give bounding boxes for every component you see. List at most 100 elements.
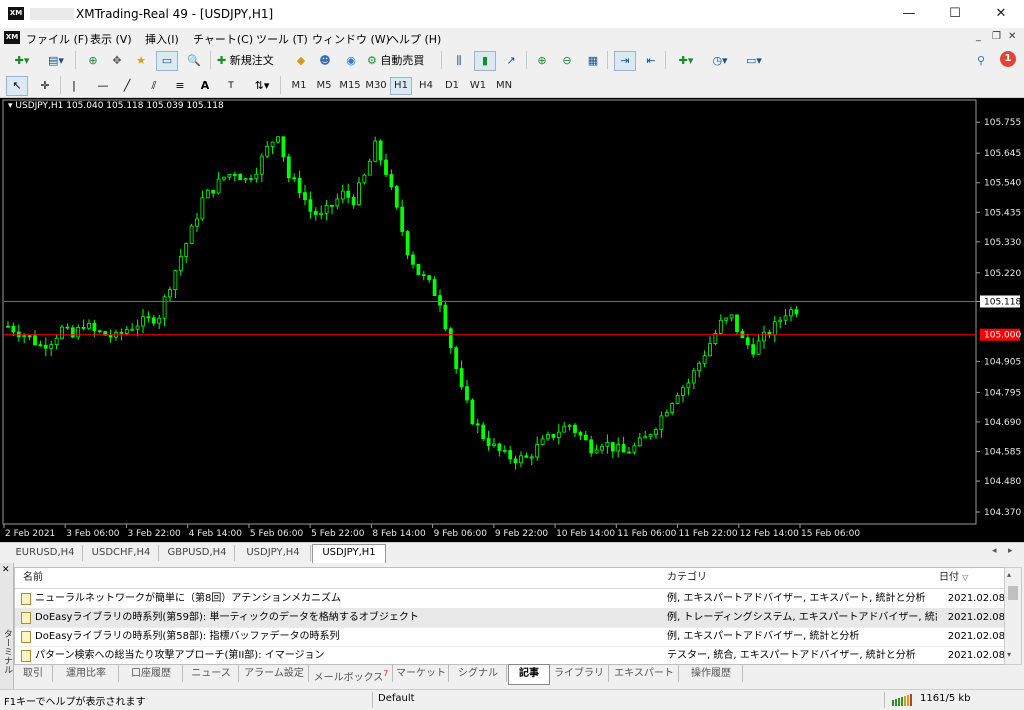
- scroll-up-icon[interactable]: ▴: [1007, 570, 1011, 579]
- article-row[interactable]: DoEasyライブラリの時系列(第59部): 単一ティックのデータを格納するオブ…: [15, 608, 1005, 628]
- chart-shift-icon[interactable]: ⇤: [640, 51, 662, 71]
- terminal-tab-2[interactable]: 口座履歴: [120, 665, 183, 682]
- timeframe-h1[interactable]: H1: [390, 77, 412, 95]
- notification-badge[interactable]: 1: [1000, 51, 1016, 67]
- mdi-close-button[interactable]: ✕: [1008, 31, 1016, 42]
- tab-scroll-left-icon[interactable]: ◂: [992, 546, 997, 556]
- terminal-tab-9[interactable]: ライブラリ: [550, 665, 609, 682]
- zoom-out-icon[interactable]: ⊖: [556, 51, 578, 71]
- zoom-in-icon[interactable]: ⊕: [531, 51, 553, 71]
- arrows-icon[interactable]: ⇅▾: [248, 76, 276, 96]
- autoscroll-icon[interactable]: ⇥: [614, 51, 636, 71]
- tab-usdjpy-h1[interactable]: USDJPY,H1: [312, 544, 386, 563]
- tab-scroll-right-icon[interactable]: ▸: [1008, 546, 1013, 556]
- tab-usdchf-h4[interactable]: USDCHF,H4: [84, 545, 159, 561]
- timeframe-mn[interactable]: MN: [492, 77, 516, 95]
- document-icon[interactable]: XM: [4, 31, 20, 44]
- timeframe-m5[interactable]: M5: [313, 77, 335, 95]
- terminal-tab-3[interactable]: ニュース: [184, 665, 239, 682]
- templates-icon[interactable]: ▭▾: [739, 51, 769, 71]
- terminal-tab-6[interactable]: マーケット: [394, 665, 449, 682]
- search-icon[interactable]: ⚲: [970, 51, 992, 71]
- timeframe-m30[interactable]: M30: [364, 77, 388, 95]
- auto-trading-button[interactable]: ⚙ 自動売買: [366, 51, 438, 71]
- market-watch-icon[interactable]: ⊕: [82, 51, 104, 71]
- candle-body: [92, 322, 97, 332]
- menu-window[interactable]: ウィンドウ (W): [312, 31, 390, 47]
- line-chart-icon[interactable]: ↗: [500, 51, 522, 71]
- tile-windows-icon[interactable]: ▦: [582, 51, 604, 71]
- article-row[interactable]: ニューラルネットワークが簡単に（第8回）アテンションメカニズム 例, エキスパート…: [15, 589, 1005, 609]
- periods-icon[interactable]: ◷▾: [705, 51, 735, 71]
- trader-icon[interactable]: ☻: [314, 51, 336, 71]
- candle-body: [65, 326, 70, 329]
- metaeditor-icon[interactable]: ◆: [290, 51, 312, 71]
- terminal-tab-8[interactable]: 記事: [508, 664, 550, 685]
- maximize-button[interactable]: ☐: [932, 0, 978, 28]
- terminal-close-icon[interactable]: ✕: [2, 565, 10, 575]
- terminal-tab-1[interactable]: 運用比率: [54, 665, 119, 682]
- scroll-thumb[interactable]: [1008, 586, 1018, 600]
- timeframe-m15[interactable]: M15: [338, 77, 362, 95]
- menu-insert[interactable]: 挿入(I): [145, 31, 179, 47]
- indicators-icon[interactable]: ✚▾: [671, 51, 701, 71]
- signals-icon[interactable]: ◉: [340, 51, 362, 71]
- terminal-tab-5[interactable]: メールボックス7: [310, 665, 393, 683]
- price-chart[interactable]: 105.000 105.755 105.645 105.540 105.435 105.…: [0, 98, 1024, 542]
- channel-icon[interactable]: ⫽: [144, 76, 164, 96]
- candlestick-chart-icon[interactable]: ▮: [474, 51, 496, 71]
- article-row[interactable]: パターン検索への総当たり攻撃アプローチ(第II部): イマージョン テスター, 統…: [15, 646, 1005, 666]
- timeframe-w1[interactable]: W1: [467, 77, 489, 95]
- candle-body: [254, 173, 259, 180]
- new-order-button[interactable]: ✚ 新規注文: [216, 51, 288, 71]
- menu-tools[interactable]: ツール (T): [256, 31, 308, 47]
- candle-body: [27, 335, 32, 338]
- menu-chart[interactable]: チャート(C): [193, 31, 253, 47]
- terminal-tab-7[interactable]: シグナル: [450, 665, 507, 682]
- timeframe-d1[interactable]: D1: [441, 77, 463, 95]
- horizontal-line-icon[interactable]: —: [94, 76, 112, 96]
- mdi-minimize-button[interactable]: _: [976, 31, 981, 42]
- terminal-toggle-icon[interactable]: ▭: [156, 51, 178, 71]
- text-label-icon[interactable]: T: [222, 76, 240, 96]
- column-header-date[interactable]: 日付 ▽: [935, 568, 1009, 589]
- candle-body: [146, 316, 151, 319]
- candle-body: [621, 444, 626, 453]
- close-button[interactable]: ✕: [978, 0, 1024, 28]
- crosshair-icon[interactable]: ✛: [34, 76, 56, 96]
- column-header-category[interactable]: カテゴリ: [663, 568, 936, 589]
- tab-gbpusd-h4[interactable]: GBPUSD,H4: [160, 545, 235, 561]
- bar-chart-icon[interactable]: ⫼: [448, 51, 470, 71]
- mdi-restore-button[interactable]: ❐: [992, 31, 1001, 42]
- terminal-tab-10[interactable]: エキスパート: [610, 665, 679, 682]
- strategy-tester-icon[interactable]: 🔍: [183, 51, 205, 71]
- article-row[interactable]: DoEasyライブラリの時系列(第58部): 指標バッファデータの時系列 例, エ…: [15, 627, 1005, 647]
- candle-body: [443, 304, 448, 330]
- text-tool-icon[interactable]: A: [196, 76, 214, 96]
- navigator-icon[interactable]: ★: [130, 51, 152, 71]
- data-window-icon[interactable]: ✥: [106, 51, 128, 71]
- tab-usdjpy-h4[interactable]: USDJPY,H4: [236, 545, 311, 561]
- menu-view[interactable]: 表示 (V): [90, 31, 132, 47]
- profiles-icon[interactable]: ▤▾: [40, 51, 72, 71]
- terminal-tab-0[interactable]: 取引: [14, 665, 53, 682]
- timeframe-h4[interactable]: H4: [415, 77, 437, 95]
- articles-scrollbar[interactable]: ▴ ▾: [1004, 567, 1022, 665]
- y-tick-label: 104.480: [984, 477, 1021, 487]
- menu-file[interactable]: ファイル (F): [26, 31, 88, 47]
- timeframe-m1[interactable]: M1: [288, 77, 310, 95]
- scroll-down-icon[interactable]: ▾: [1007, 650, 1011, 659]
- chart-canvas[interactable]: 105.000 105.755105.645105.540105.435105.…: [0, 98, 1024, 542]
- new-chart-icon[interactable]: ✚▾: [6, 51, 38, 71]
- minimize-button[interactable]: —: [886, 0, 932, 28]
- tab-eurusd-h4[interactable]: EURUSD,H4: [8, 545, 83, 561]
- menu-help[interactable]: ヘルプ (H): [388, 31, 441, 47]
- trendline-icon[interactable]: ╱: [118, 76, 136, 96]
- column-header-name[interactable]: 名前: [15, 568, 664, 589]
- terminal-tab-4[interactable]: アラーム設定: [240, 665, 309, 682]
- cursor-icon[interactable]: ↖: [6, 76, 28, 96]
- x-tick-label: 11 Feb 22:00: [679, 529, 738, 539]
- fibonacci-icon[interactable]: ≡: [170, 76, 190, 96]
- terminal-tab-11[interactable]: 操作履歴: [680, 665, 743, 682]
- vertical-line-icon[interactable]: |: [66, 76, 82, 96]
